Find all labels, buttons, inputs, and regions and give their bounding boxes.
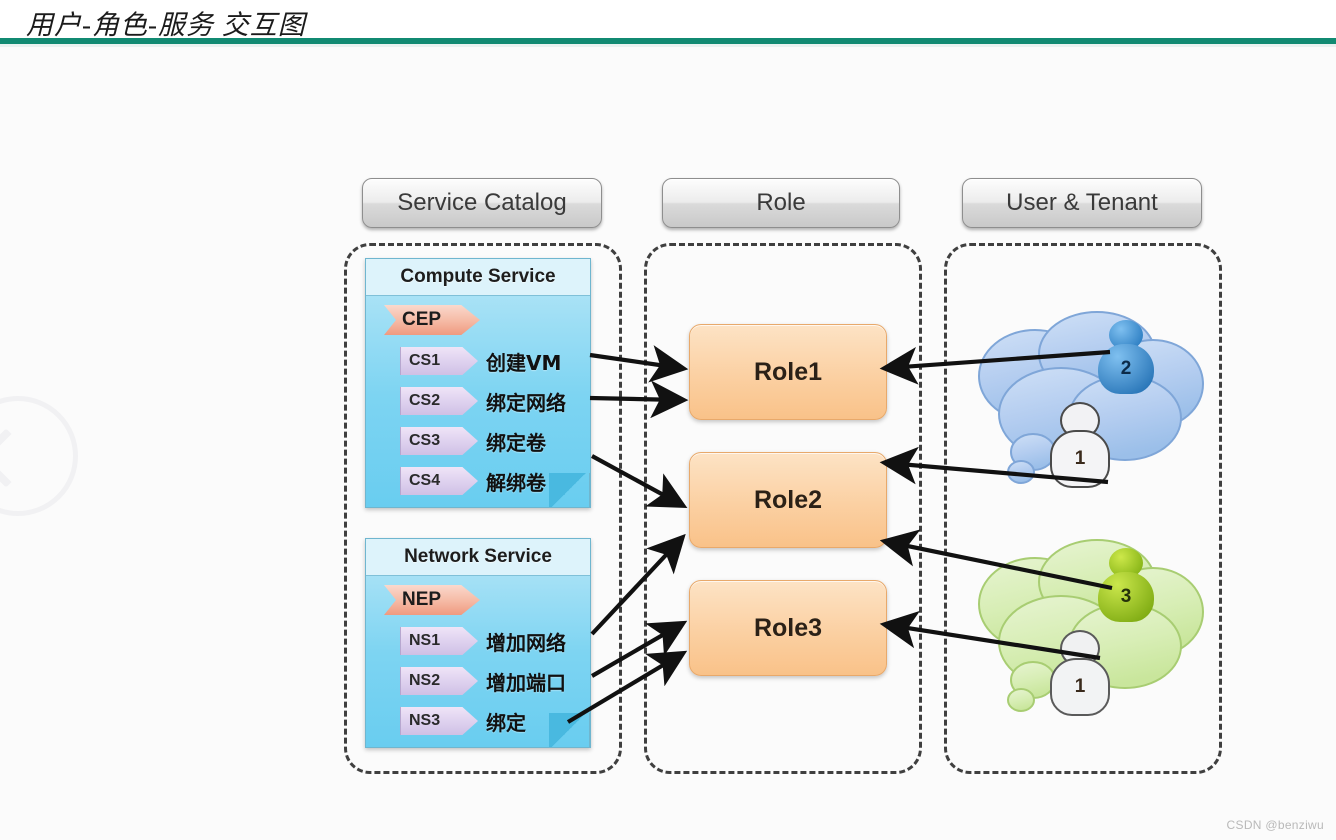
operation-label-ns1: 增加网络 (486, 630, 566, 655)
role-box-role1[interactable]: Role1 (689, 324, 887, 420)
operation-tag-cs2[interactable]: CS2 (400, 387, 478, 415)
role-container: Role1 Role2 Role3 (644, 243, 922, 774)
tenant-member-admin-3[interactable]: 3 (1097, 548, 1155, 622)
compute-service-panel[interactable]: Compute Service CEP CS1 创建VM CS2 绑定网络 CS… (365, 258, 591, 508)
column-header-role[interactable]: Role (662, 178, 900, 228)
operation-tag-ns2[interactable]: NS2 (400, 667, 478, 695)
csdn-watermark: CSDN @benziwu (1226, 818, 1324, 832)
tenant-member-user-1[interactable]: 1 (1050, 402, 1110, 488)
member-badge: 1 (1050, 430, 1110, 488)
blue-tenant-cloud[interactable]: 2 1 (957, 306, 1209, 506)
member-badge: 3 (1098, 572, 1154, 622)
page-fold-corner (549, 713, 590, 747)
network-service-panel[interactable]: Network Service NEP NS1 增加网络 NS2 增加端口 NS… (365, 538, 591, 748)
operation-label-cs1: 创建VM (486, 350, 562, 375)
operation-tag-ns3[interactable]: NS3 (400, 707, 478, 735)
tenant-member-user-1[interactable]: 1 (1050, 630, 1110, 716)
role-box-role3[interactable]: Role3 (689, 580, 887, 676)
network-service-title: Network Service (366, 539, 590, 576)
operation-tag-cs1[interactable]: CS1 (400, 347, 478, 375)
operation-label-ns3: 绑定 (486, 710, 526, 735)
title-divider-rule-shadow (0, 44, 1336, 47)
column-header-service-catalog[interactable]: Service Catalog (362, 178, 602, 228)
compute-service-title: Compute Service (366, 259, 590, 296)
page-title: 用户-角色-服务 交互图 (26, 10, 306, 40)
operation-tag-ns1[interactable]: NS1 (400, 627, 478, 655)
operation-tag-cs4[interactable]: CS4 (400, 467, 478, 495)
tenant-member-admin-2[interactable]: 2 (1097, 320, 1155, 394)
role-box-role2[interactable]: Role2 (689, 452, 887, 548)
operation-label-ns2: 增加端口 (486, 670, 566, 695)
back-arrow-circle-icon (0, 396, 78, 516)
user-tenant-container: 2 1 3 1 (944, 243, 1222, 774)
operation-label-cs4: 解绑卷 (486, 470, 546, 495)
column-header-user-tenant[interactable]: User & Tenant (962, 178, 1202, 228)
green-tenant-cloud[interactable]: 3 1 (957, 534, 1209, 734)
member-badge: 1 (1050, 658, 1110, 716)
operation-tag-cs3[interactable]: CS3 (400, 427, 478, 455)
operation-label-cs2: 绑定网络 (486, 390, 566, 415)
member-badge: 2 (1098, 344, 1154, 394)
operation-label-cs3: 绑定卷 (486, 430, 546, 455)
service-catalog-container: Compute Service CEP CS1 创建VM CS2 绑定网络 CS… (344, 243, 622, 774)
endpoint-tag-cep[interactable]: CEP (376, 305, 480, 335)
title-bar: 用户-角色-服务 交互图 (0, 0, 1336, 40)
endpoint-tag-nep[interactable]: NEP (376, 585, 480, 615)
page-fold-corner (549, 473, 590, 507)
